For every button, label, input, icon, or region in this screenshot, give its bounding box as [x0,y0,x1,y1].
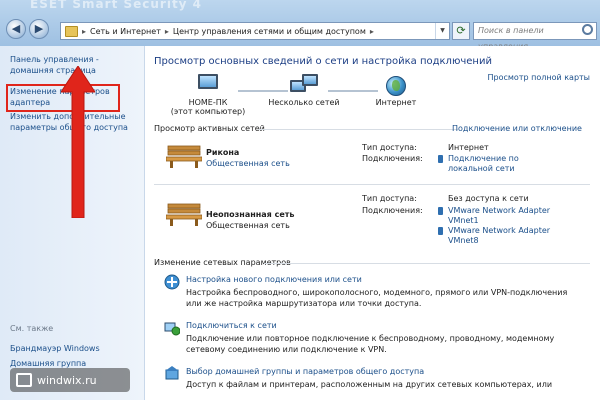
title-bar: ESET Smart Security 4 ◀ ▶ ▸ Сеть и Интер… [0,0,600,51]
map-node-this-computer[interactable]: HOME-ПК (этот компьютер) [168,98,248,116]
map-node-multiple-networks[interactable]: Несколько сетей [264,98,344,107]
connection-link-vmnet8[interactable]: VMware Network Adapter VMnet8 [448,226,550,246]
task-description-line: Подключение или повторное подключение к … [186,334,555,343]
connect-disconnect-link[interactable]: Подключение или отключение [452,124,582,133]
map-node-sublabel: (этот компьютер) [170,107,246,116]
refresh-icon: ⟳ [456,24,466,37]
connections-label: Подключения: [362,154,423,163]
computer-icon [198,74,218,89]
connection-link-local-area[interactable]: Подключение по локальной сети [448,154,519,174]
forward-arrow-icon: ▶ [34,22,44,35]
chevron-right-icon: ▸ [82,26,87,36]
task-description: Подключение или повторное подключение к … [186,333,596,355]
task-description-line: Настройка беспроводного, широкополосного… [186,288,568,297]
search-icon [582,24,593,35]
task-setup-new-connection[interactable]: Настройка нового подключения или сети [186,275,362,284]
watermark-text: windwix.ru [37,373,97,387]
red-arrow-icon [61,66,95,218]
back-button[interactable]: ◀ [6,19,26,39]
access-type-label: Тип доступа: [362,194,417,203]
chevron-right-icon: ▸ [369,26,374,36]
map-node-label: HOME-ПК [188,98,228,107]
network-type-link[interactable]: Общественная сеть [206,159,290,168]
task-description-line: сетевому соединению или подключение к VP… [186,345,387,354]
address-dropdown-icon[interactable]: ▼ [435,23,449,39]
forward-button[interactable]: ▶ [29,19,49,39]
connection-line: VMnet1 [448,216,479,225]
access-type-value: Без доступа к сети [448,194,529,203]
active-networks-title: Просмотр активных сетей [154,124,265,133]
refresh-button[interactable]: ⟳ [452,22,470,40]
task-description-line: или же настройка маршрутизатора или точк… [186,299,422,308]
network-name: Неопознанная сеть [206,210,295,219]
breadcrumb-network-center[interactable]: Центр управления сетями и общим доступом [173,27,366,36]
connections-label: Подключения: [362,206,423,215]
full-map-link[interactable]: Просмотр полной карты [488,73,591,82]
windows-logo-icon [16,373,32,387]
map-connection-line [238,90,288,92]
map-node-label: Несколько сетей [268,98,340,107]
site-watermark: windwix.ru [10,368,130,392]
task-connect-to-network[interactable]: Подключиться к сети [186,321,277,330]
breadcrumb-network-internet[interactable]: Сеть и Интернет [90,27,161,36]
connect-to-network-icon [164,322,180,336]
internet-globe-icon [386,76,406,96]
network-type: Общественная сеть [206,221,290,230]
task-description: Настройка беспроводного, широкополосного… [186,287,596,309]
access-type-label: Тип доступа: [362,143,417,152]
connection-link-vmnet1[interactable]: VMware Network Adapter VMnet1 [448,206,550,226]
back-arrow-icon: ◀ [11,22,21,35]
sidebar-item-firewall[interactable]: Брандмауэр Windows [10,343,100,354]
access-type-value: Интернет [448,143,489,152]
homegroup-icon [165,366,179,380]
bench-icon [166,203,202,226]
address-bar[interactable]: ▸ Сеть и Интернет ▸ Центр управления сет… [60,22,450,40]
task-description-line: Доступ к файлам и принтерам, расположенн… [186,380,553,389]
network-name: Рикона [206,148,240,157]
connection-line: локальной сети [448,164,515,173]
connection-line: VMnet8 [448,236,479,245]
network-adapter-icon [438,227,443,235]
network-adapter-icon [438,207,443,215]
connection-line: Подключение по [448,154,519,163]
network-adapter-icon [438,155,443,163]
section-divider [264,263,590,264]
chevron-right-icon: ▸ [164,26,169,36]
window-watermark-title: ESET Smart Security 4 [30,0,203,11]
main-content: Просмотр основных сведений о сети и наст… [146,46,600,400]
map-connection-line [328,90,378,92]
task-homegroup-sharing[interactable]: Выбор домашней группы и параметров общег… [186,367,424,376]
bench-icon [166,145,202,168]
network-folder-icon [65,25,78,37]
section-divider [154,184,590,185]
connection-line: VMware Network Adapter [448,206,551,215]
page-title: Просмотр основных сведений о сети и наст… [154,56,492,67]
map-node-label: Интернет [375,98,417,107]
connection-line: VMware Network Adapter [448,226,551,235]
new-connection-icon [164,274,180,290]
see-also-title: См. также [10,324,54,333]
task-description: Доступ к файлам и принтерам, расположенн… [186,379,596,390]
search-input[interactable]: Поиск в панели управления [473,22,597,51]
section-divider [258,129,458,130]
network-computer-icon [302,74,318,86]
map-node-internet[interactable]: Интернет [358,98,434,107]
